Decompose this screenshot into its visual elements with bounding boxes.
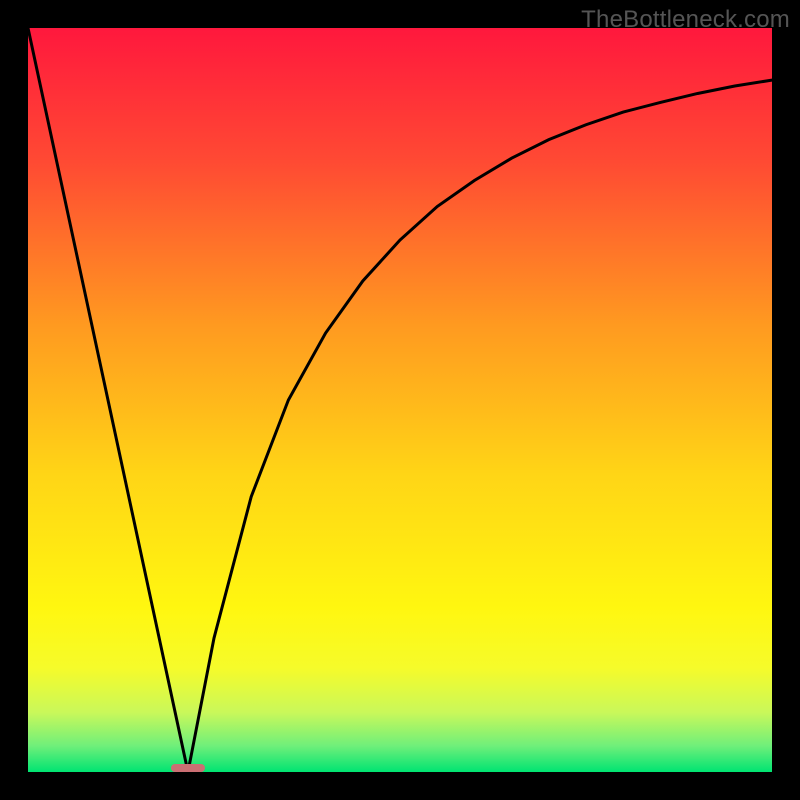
watermark-text: TheBottleneck.com <box>581 6 790 34</box>
plot-area <box>28 28 772 772</box>
bottleneck-marker <box>171 764 204 772</box>
chart-container: { "watermark": "TheBottleneck.com", "cha… <box>0 0 800 800</box>
right-curve <box>188 80 772 772</box>
curve-layer <box>28 28 772 772</box>
left-line <box>28 28 188 772</box>
